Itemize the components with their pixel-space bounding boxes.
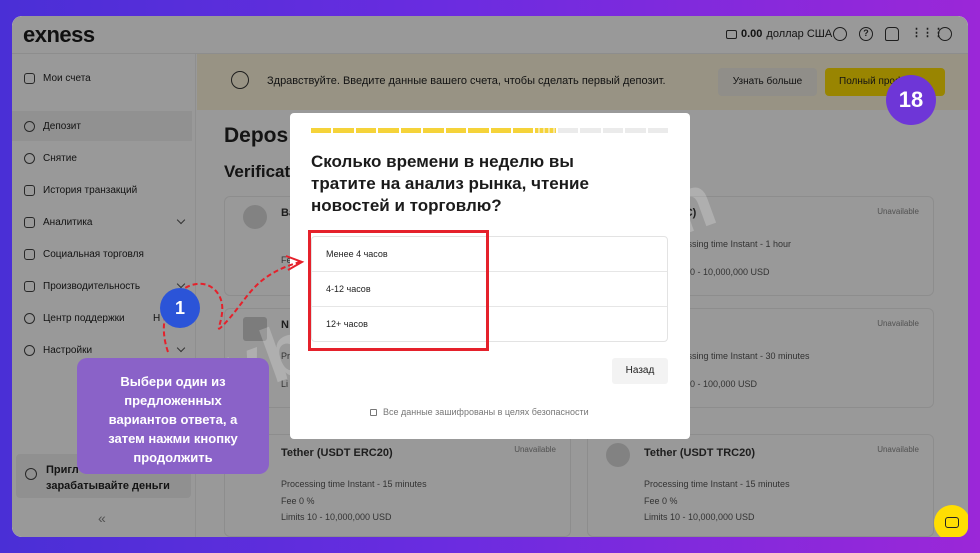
step-marker: 1 <box>160 288 200 328</box>
progress-segment <box>333 128 354 133</box>
progress-segment <box>647 128 668 133</box>
security-note: Все данные зашифрованы в целях безопасно… <box>370 407 589 417</box>
survey-question: Сколько времени в неделю вы тратите на а… <box>311 152 589 215</box>
progress-segment <box>625 128 646 133</box>
progress-segment <box>378 128 399 133</box>
progress-segment <box>557 128 579 133</box>
tutorial-hint: Выбери один из предложенных вариантов от… <box>77 358 269 474</box>
progress-segment <box>311 128 332 133</box>
progress-segment <box>445 128 467 133</box>
progress-segment <box>580 128 601 133</box>
progress-segment <box>468 128 489 133</box>
progress-segment <box>355 128 377 133</box>
progress-segment <box>535 128 556 133</box>
progress-segment <box>490 128 511 133</box>
security-text: Все данные зашифрованы в целях безопасно… <box>383 407 589 417</box>
chat-icon <box>945 517 959 528</box>
progress-segment <box>400 128 422 133</box>
back-button[interactable]: Назад <box>612 358 668 384</box>
survey-progress-bar <box>311 128 668 133</box>
progress-segment <box>423 128 444 133</box>
survey-modal: Сколько времени в неделю вы тратите на а… <box>290 113 690 439</box>
chat-button[interactable] <box>934 505 968 537</box>
step-number-badge: 18 <box>886 75 936 125</box>
lock-icon <box>370 409 377 416</box>
options-highlight-frame <box>308 230 489 351</box>
progress-segment <box>512 128 534 133</box>
progress-segment <box>602 128 624 133</box>
